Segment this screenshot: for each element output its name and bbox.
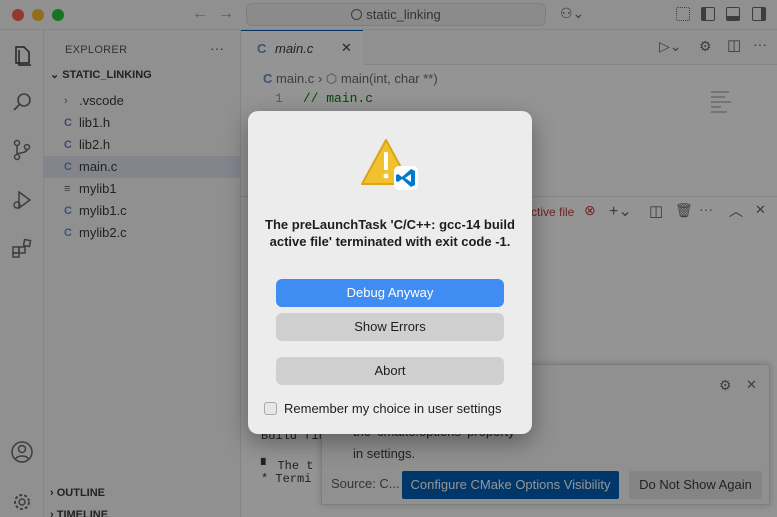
warning-vscode-icon <box>361 139 418 190</box>
remember-choice-checkbox[interactable] <box>264 402 277 415</box>
abort-button[interactable]: Abort <box>276 357 504 385</box>
show-errors-button[interactable]: Show Errors <box>276 313 504 341</box>
dialog-message: The preLaunchTask 'C/C++: gcc-14 build a… <box>265 217 515 249</box>
prelaunch-error-dialog: The preLaunchTask 'C/C++: gcc-14 build a… <box>248 111 532 434</box>
debug-anyway-button[interactable]: Debug Anyway <box>276 279 504 307</box>
remember-choice-label[interactable]: Remember my choice in user settings <box>284 401 501 416</box>
